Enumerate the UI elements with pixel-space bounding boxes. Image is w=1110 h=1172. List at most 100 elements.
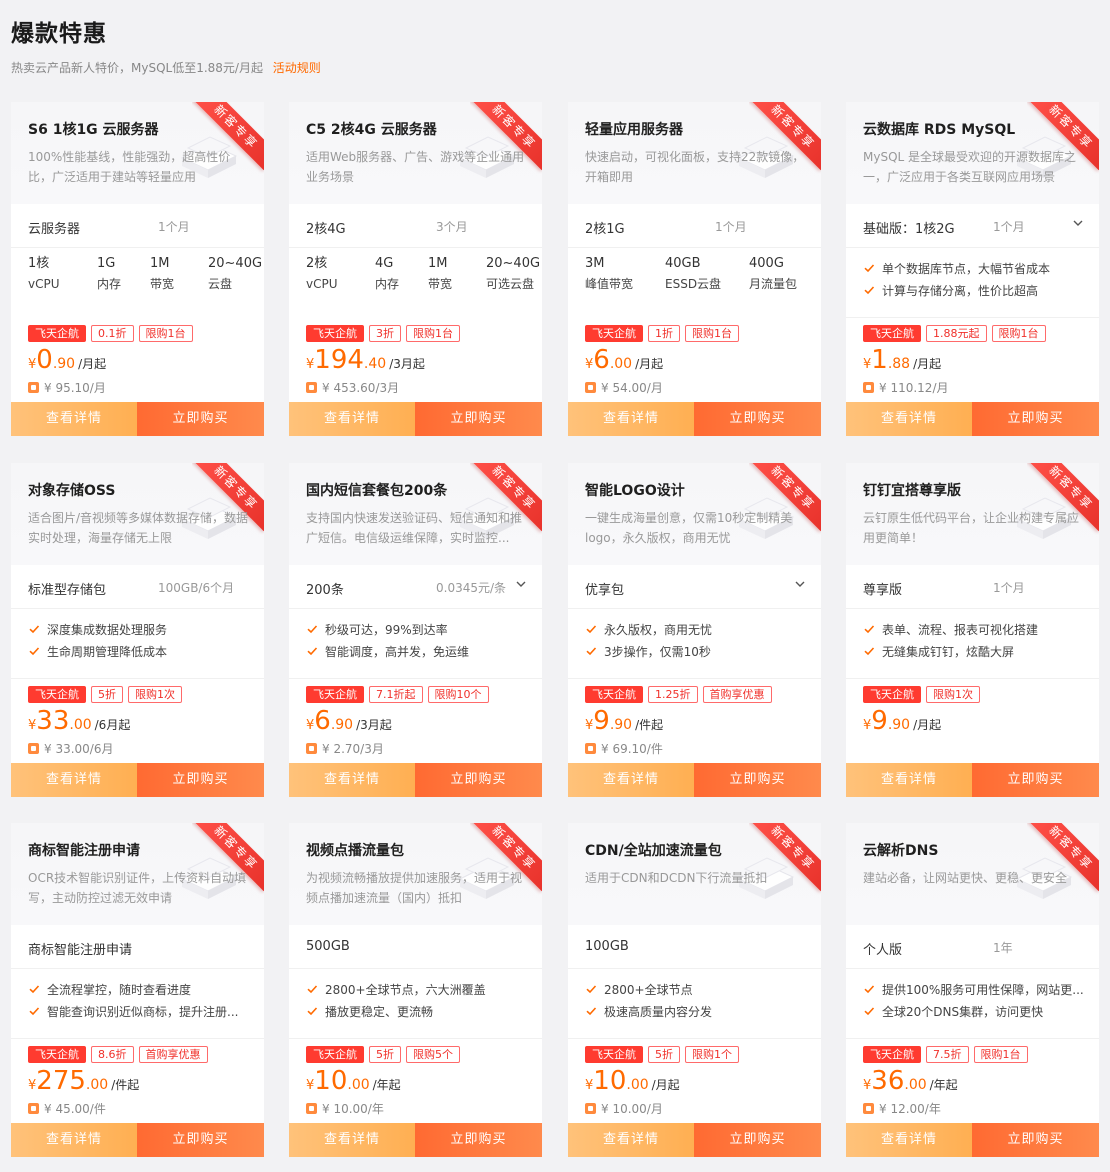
view-details-button[interactable]: 查看详情 bbox=[846, 763, 972, 797]
view-details-button[interactable]: 查看详情 bbox=[289, 1123, 415, 1157]
product-card[interactable]: 新客专享 云解析DNS 建站必备，让网站更快、更稳、更安全 个人版 1年 提供100… bbox=[846, 823, 1099, 1157]
promo-badge: 飞天企航 bbox=[863, 686, 921, 703]
product-title[interactable]: 轻量应用服务器 bbox=[585, 119, 683, 139]
spec-param: 20~40G 可选云盘 bbox=[486, 255, 540, 295]
price-integer: 1 bbox=[871, 345, 888, 375]
param-label: vCPU bbox=[306, 277, 338, 291]
buy-now-button[interactable]: 立即购买 bbox=[972, 1123, 1099, 1157]
feature-item: 智能调度，高并发，免运维 bbox=[306, 643, 536, 665]
spec-selector[interactable]: 优享包 bbox=[568, 565, 821, 609]
feature-item: 智能查询识别近似商标，提升注册... bbox=[28, 1003, 258, 1025]
view-details-button[interactable]: 查看详情 bbox=[11, 763, 137, 797]
product-card[interactable]: 新客专享 智能LOGO设计 一键生成海量创意，仅需10秒定制精美logo，永久版权，… bbox=[568, 463, 821, 797]
spec-selector: 商标智能注册申请 bbox=[11, 925, 264, 969]
view-details-button[interactable]: 查看详情 bbox=[568, 763, 694, 797]
divider bbox=[11, 1038, 264, 1039]
product-title[interactable]: 视频点播流量包 bbox=[306, 840, 404, 860]
buy-now-button[interactable]: 立即购买 bbox=[137, 402, 264, 436]
promo-tags: 飞天企航 1.25折 首购享优惠 bbox=[585, 686, 777, 703]
product-card[interactable]: 新客专享 视频点播流量包 为视频流畅播放提供加速服务，适用于视频点播加速流量（国内）… bbox=[289, 823, 542, 1157]
buy-now-button[interactable]: 立即购买 bbox=[694, 763, 821, 797]
product-title[interactable]: 国内短信套餐包200条 bbox=[306, 480, 447, 500]
view-details-button[interactable]: 查看详情 bbox=[846, 1123, 972, 1157]
product-card[interactable]: 新客专享 商标智能注册申请 OCR技术智能识别证件，上传资料自动填写，主动防控过滤无… bbox=[11, 823, 264, 1157]
view-details-button[interactable]: 查看详情 bbox=[289, 763, 415, 797]
original-price-text: ¥ 453.60/3月 bbox=[322, 381, 400, 395]
param-label: 月流量包 bbox=[749, 277, 798, 291]
original-price-icon bbox=[585, 382, 596, 393]
view-details-button[interactable]: 查看详情 bbox=[289, 402, 415, 436]
buy-now-button[interactable]: 立即购买 bbox=[415, 1123, 542, 1157]
product-title[interactable]: 商标智能注册申请 bbox=[28, 840, 140, 860]
price: ¥9.90/件起 bbox=[585, 706, 663, 736]
promo-badge: 飞天企航 bbox=[306, 325, 364, 342]
spec-selector: 100GB bbox=[568, 925, 821, 969]
product-card[interactable]: 新客专享 CDN/全站加速流量包 适用于CDN和DCDN下行流量抵扣 100GB 2… bbox=[568, 823, 821, 1157]
product-title[interactable]: C5 2核4G 云服务器 bbox=[306, 119, 437, 139]
feature-item: 全球20个DNS集群，访问更快 bbox=[863, 1003, 1093, 1025]
spec-duration: 1个月 bbox=[158, 220, 190, 234]
promo-badge: 飞天企航 bbox=[863, 325, 921, 342]
buy-now-button[interactable]: 立即购买 bbox=[137, 1123, 264, 1157]
product-card[interactable]: 新客专享 云数据库 RDS MySQL MySQL 是全球最受欢迎的开源数据库之一，… bbox=[846, 102, 1099, 436]
product-card[interactable]: 新客专享 S6 1核1G 云服务器 100%性能基线，性能强劲，超高性价比，广泛适用… bbox=[11, 102, 264, 436]
buy-now-button[interactable]: 立即购买 bbox=[972, 402, 1099, 436]
product-title[interactable]: S6 1核1G 云服务器 bbox=[28, 119, 159, 139]
product-description: 100%性能基线，性能强劲，超高性价比，广泛适用于建站等轻量应用 bbox=[28, 150, 231, 184]
product-card[interactable]: 新客专享 国内短信套餐包200条 支持国内快速发送验证码、短信通知和推广短信。电信级… bbox=[289, 463, 542, 797]
chevron-down-icon[interactable] bbox=[1071, 216, 1085, 230]
param-label: 内存 bbox=[375, 277, 400, 291]
view-details-button[interactable]: 查看详情 bbox=[568, 1123, 694, 1157]
discount-tag: 限购1个 bbox=[685, 1046, 739, 1063]
original-price: ¥ 33.00/6月 bbox=[28, 740, 113, 757]
param-label: 内存 bbox=[97, 277, 122, 291]
spec-params: 1核 vCPU 1G 内存 1M 带宽 20~40G 云盘 bbox=[11, 255, 264, 309]
buy-now-button[interactable]: 立即购买 bbox=[415, 763, 542, 797]
spec-selector[interactable]: 基础版：1核2G 1个月 bbox=[846, 204, 1099, 248]
original-price-text: ¥ 12.00/年 bbox=[879, 1102, 941, 1116]
spec-selector: 云服务器 1个月 bbox=[11, 204, 264, 248]
product-title[interactable]: 对象存储OSS bbox=[28, 480, 115, 500]
view-details-button[interactable]: 查看详情 bbox=[11, 402, 137, 436]
discount-tag: 首购享优惠 bbox=[702, 686, 772, 703]
check-icon bbox=[28, 1005, 40, 1017]
view-details-button[interactable]: 查看详情 bbox=[846, 402, 972, 436]
view-details-button[interactable]: 查看详情 bbox=[11, 1123, 137, 1157]
product-title[interactable]: 智能LOGO设计 bbox=[585, 480, 685, 500]
promo-tags: 飞天企航 限购1次 bbox=[863, 686, 985, 703]
spec-selector[interactable]: 200条 0.0345元/条 bbox=[289, 565, 542, 609]
product-card[interactable]: 新客专享 C5 2核4G 云服务器 适用Web服务器、广告、游戏等企业通用业务场景 … bbox=[289, 102, 542, 436]
feature-list: 提供100%服务可用性保障，网站更... 全球20个DNS集群，访问更快 bbox=[863, 981, 1093, 1025]
original-price-icon bbox=[28, 1103, 39, 1114]
activity-rules-link[interactable]: 活动规则 bbox=[273, 61, 321, 75]
buy-now-button[interactable]: 立即购买 bbox=[694, 1123, 821, 1157]
spec-selector: 标准型存储包 100GB/6个月 bbox=[11, 565, 264, 609]
chevron-down-icon[interactable] bbox=[514, 577, 528, 591]
spec-param: 3M 峰值带宽 bbox=[585, 255, 633, 295]
buy-now-button[interactable]: 立即购买 bbox=[694, 402, 821, 436]
buy-now-button[interactable]: 立即购买 bbox=[137, 763, 264, 797]
product-card[interactable]: 新客专享 轻量应用服务器 快速启动，可视化面板，支持22款镜像，开箱即用 2核1G … bbox=[568, 102, 821, 436]
price-unit: /件起 bbox=[111, 1078, 140, 1092]
divider bbox=[568, 678, 821, 679]
product-description: MySQL 是全球最受欢迎的开源数据库之一，广泛应用于各类互联网应用场景 bbox=[863, 150, 1077, 184]
spec-duration: 1个月 bbox=[993, 581, 1025, 595]
product-card[interactable]: 新客专享 对象存储OSS 适合图片/音视频等多媒体数据存储，数据实时处理，海量存储无… bbox=[11, 463, 264, 797]
feature-list: 秒级可达，99%到达率 智能调度，高并发，免运维 bbox=[306, 621, 536, 665]
spec-selector: 个人版 1年 bbox=[846, 925, 1099, 969]
price-unit: /年起 bbox=[372, 1078, 401, 1092]
product-title[interactable]: CDN/全站加速流量包 bbox=[585, 840, 722, 860]
product-card[interactable]: 新客专享 钉钉宜搭尊享版 云钉原生低代码平台，让企业构建专属应用更简单！ 尊享版 1… bbox=[846, 463, 1099, 797]
original-price-text: ¥ 69.10/件 bbox=[601, 742, 663, 756]
feature-text: 生命周期管理降低成本 bbox=[47, 645, 168, 659]
view-details-button[interactable]: 查看详情 bbox=[568, 402, 694, 436]
buy-now-button[interactable]: 立即购买 bbox=[415, 402, 542, 436]
product-title[interactable]: 云数据库 RDS MySQL bbox=[863, 119, 1015, 139]
promo-badge: 飞天企航 bbox=[28, 1046, 86, 1063]
buy-now-button[interactable]: 立即购买 bbox=[972, 763, 1099, 797]
product-title[interactable]: 钉钉宜搭尊享版 bbox=[863, 480, 961, 500]
discount-tag: 限购1台 bbox=[685, 325, 739, 342]
check-icon bbox=[863, 983, 875, 995]
chevron-down-icon[interactable] bbox=[793, 577, 807, 591]
product-title[interactable]: 云解析DNS bbox=[863, 840, 938, 860]
